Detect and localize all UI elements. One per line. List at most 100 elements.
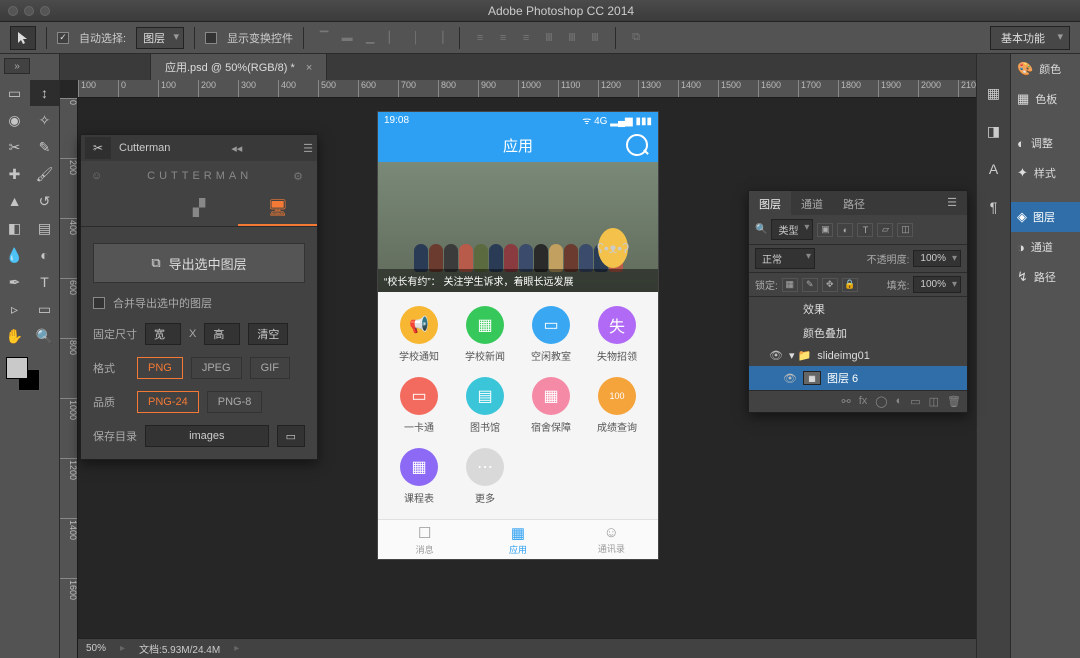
panel-样式[interactable]: ✦样式 — [1011, 158, 1080, 188]
panel-menu-icon[interactable]: ☰ — [937, 191, 967, 215]
stamp-tool[interactable]: ▲ — [0, 188, 29, 214]
layer-item[interactable]: 👁▦图层 6 — [749, 366, 967, 390]
opacity-input[interactable]: 100% — [913, 250, 961, 267]
dodge-tool[interactable]: ◐ — [30, 242, 59, 268]
width-input[interactable]: 宽 — [145, 323, 181, 345]
group-icon[interactable]: ▭ — [910, 395, 920, 408]
auto-select-checkbox[interactable]: ✓ — [57, 32, 69, 44]
blend-mode-dropdown[interactable]: 正常 — [755, 248, 815, 269]
export-button[interactable]: ⧉ 导出选中图层 — [93, 243, 305, 283]
platform-ios[interactable] — [81, 191, 160, 226]
app-item[interactable]: 失失物招领 — [584, 306, 650, 363]
clear-button[interactable]: 清空 — [248, 323, 288, 345]
align-vcenter-icon[interactable]: ▬ — [337, 28, 357, 48]
filter-adjust-icon[interactable]: ◐ — [837, 223, 853, 237]
layers-panel[interactable]: 图层 通道 路径 ☰ 🔍 类型 ▣ ◐ T ▱ ◫ 正常 不透明度: 100% … — [748, 190, 968, 413]
eyedropper-tool[interactable]: ✎ — [30, 134, 59, 160]
panel-通道[interactable]: ◑通道 — [1011, 232, 1080, 262]
fx-icon[interactable]: fx — [859, 395, 868, 408]
trash-icon[interactable]: 🗑 — [947, 395, 961, 408]
align-left-icon[interactable]: ▏ — [383, 28, 403, 48]
visibility-icon[interactable]: 👁 — [769, 349, 783, 362]
hand-tool[interactable]: ✋ — [0, 323, 29, 349]
link-layers-icon[interactable]: ⚯ — [841, 395, 850, 408]
quality-png8[interactable]: PNG-8 — [207, 391, 263, 413]
wand-tool[interactable]: ✧ — [30, 107, 59, 133]
panel-调整[interactable]: ◐调整 — [1011, 128, 1080, 158]
platform-web[interactable]: 🖥 — [238, 191, 317, 226]
close-tab-icon[interactable]: × — [306, 62, 312, 74]
align-hcenter-icon[interactable]: │ — [406, 28, 426, 48]
app-item[interactable]: 100成绩查询 — [584, 377, 650, 434]
layer-item[interactable]: 效果 — [749, 297, 967, 321]
layers-tab[interactable]: 图层 — [749, 191, 791, 215]
cutterman-panel[interactable]: ✂ Cutterman ◂◂ ☰ ☺ CUTTERMAN ⚙ ▞ 🖥 ⧉ 导出选… — [80, 134, 318, 460]
heal-tool[interactable]: ✚ — [0, 161, 29, 187]
type-tool[interactable]: T — [30, 269, 59, 295]
fill-input[interactable]: 100% — [913, 276, 961, 293]
panel-collapse-icon[interactable]: ◂◂ — [231, 142, 242, 155]
align-bottom-icon[interactable]: ▁ — [360, 28, 380, 48]
phone-tab[interactable]: ☺通讯录 — [565, 520, 658, 559]
maximize-icon[interactable] — [40, 6, 50, 16]
pen-tool[interactable]: ✒ — [0, 269, 29, 295]
lock-pixels-icon[interactable]: ✎ — [802, 278, 818, 292]
channels-tab[interactable]: 通道 — [791, 191, 833, 215]
filter-smart-icon[interactable]: ◫ — [897, 223, 913, 237]
toolbox-collapse-icon[interactable]: » — [4, 58, 30, 74]
paragraph-panel-icon[interactable]: ¶ — [983, 196, 1005, 218]
app-item[interactable]: 📢学校通知 — [386, 306, 452, 363]
document-tab[interactable]: 应用.psd @ 50%(RGB/8) * × — [150, 54, 327, 80]
dist-4-icon[interactable]: Ⅲ — [539, 28, 559, 48]
adjustment-icon[interactable]: ◐ — [896, 395, 903, 408]
brush-tool[interactable]: 🖌 — [30, 161, 59, 187]
mask-icon[interactable]: ◯ — [875, 395, 887, 408]
path-tool[interactable]: ▹ — [0, 296, 29, 322]
3d-mode-icon[interactable]: ⧉ — [626, 28, 646, 48]
platform-android[interactable]: ▞ — [160, 191, 239, 226]
workspace-dropdown[interactable]: 基本功能 — [990, 26, 1070, 50]
app-item[interactable]: ▦学校新闻 — [452, 306, 518, 363]
height-input[interactable]: 高 — [204, 323, 240, 345]
filter-pixel-icon[interactable]: ▣ — [817, 223, 833, 237]
gear-icon[interactable]: ⚙ — [293, 170, 307, 183]
layer-item[interactable]: 👁▾ 📁slideimg01 — [749, 345, 967, 366]
lock-all-icon[interactable]: 🔒 — [842, 278, 858, 292]
quality-png24[interactable]: PNG-24 — [137, 391, 199, 413]
fg-color-swatch[interactable] — [6, 357, 28, 379]
dist-6-icon[interactable]: Ⅲ — [585, 28, 605, 48]
filter-type-icon[interactable]: T — [857, 223, 873, 237]
format-gif[interactable]: GIF — [250, 357, 290, 379]
properties-panel-icon[interactable]: ◨ — [983, 120, 1005, 142]
dist-1-icon[interactable]: ≡ — [470, 28, 490, 48]
color-swatches[interactable] — [6, 357, 48, 399]
zoom-tool[interactable]: 🔍 — [30, 323, 59, 349]
search-icon[interactable] — [626, 134, 648, 156]
merge-export-checkbox[interactable] — [93, 297, 105, 309]
browse-folder-icon[interactable]: ▭ — [277, 425, 305, 447]
close-icon[interactable] — [8, 6, 18, 16]
shape-tool[interactable]: ▭ — [30, 296, 59, 322]
history-panel-icon[interactable]: ▦ — [983, 82, 1005, 104]
ruler-vertical[interactable]: 02004006008001000120014001600 — [60, 98, 78, 658]
marquee-tool[interactable]: ▭ — [0, 80, 29, 106]
panel-颜色[interactable]: 🎨颜色 — [1011, 54, 1080, 84]
minimize-icon[interactable] — [24, 6, 34, 16]
app-item[interactable]: ▤图书馆 — [452, 377, 518, 434]
paths-tab[interactable]: 路径 — [833, 191, 875, 215]
format-png[interactable]: PNG — [137, 357, 183, 379]
layer-item[interactable]: 颜色叠加 — [749, 321, 967, 345]
dist-3-icon[interactable]: ≡ — [516, 28, 536, 48]
zoom-value[interactable]: 50% — [86, 643, 106, 654]
format-jpeg[interactable]: JPEG — [191, 357, 242, 379]
app-item[interactable]: ▦宿舍保障 — [518, 377, 584, 434]
panel-图层[interactable]: ◈图层 — [1011, 202, 1080, 232]
history-tool[interactable]: ↺ — [30, 188, 59, 214]
phone-tab[interactable]: ▦应用 — [471, 520, 564, 559]
panel-色板[interactable]: ▦色板 — [1011, 84, 1080, 114]
dist-2-icon[interactable]: ≡ — [493, 28, 513, 48]
save-dir-input[interactable]: images — [145, 425, 269, 447]
move-tool[interactable]: ↕ — [30, 80, 59, 106]
traffic-lights[interactable] — [8, 6, 50, 16]
phone-tab[interactable]: ☐消息 — [378, 520, 471, 559]
